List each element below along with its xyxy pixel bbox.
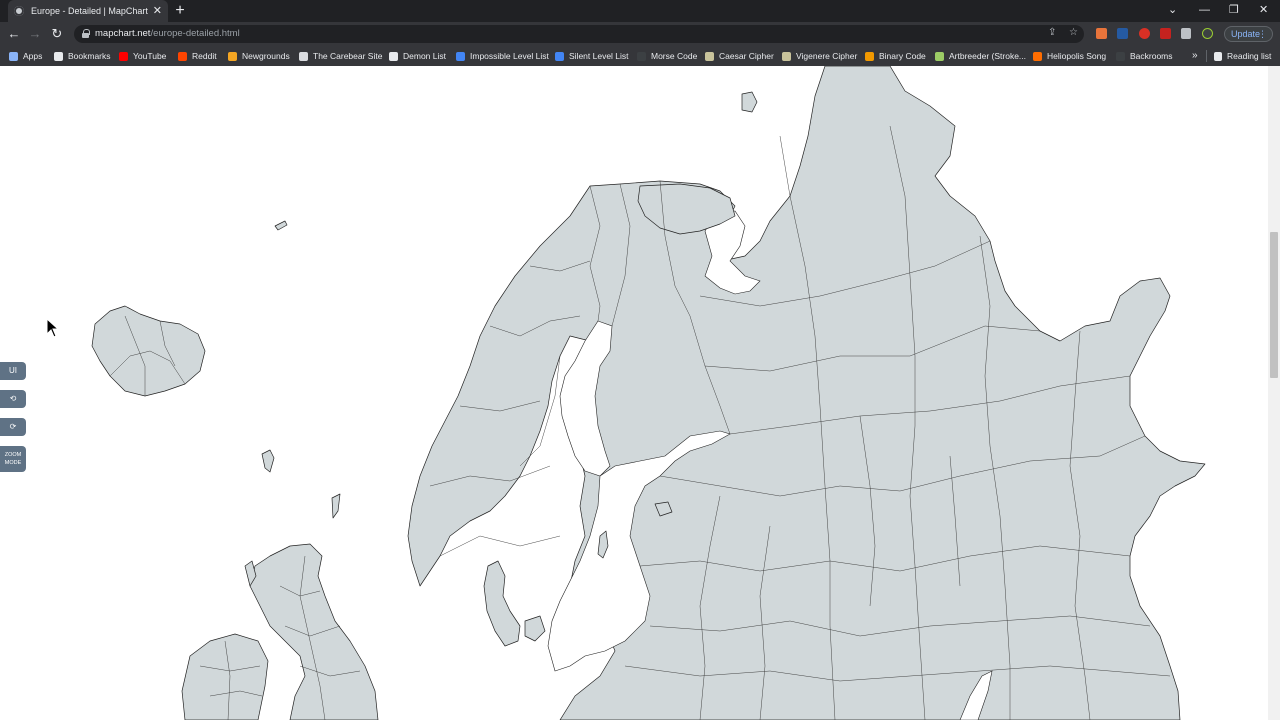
bookmark-silent-level-list[interactable]: Silent Level List xyxy=(555,49,629,63)
bookmark-label: Morse Code xyxy=(651,51,698,61)
new-tab-button[interactable]: + xyxy=(173,2,187,20)
reload-button[interactable]: ↻ xyxy=(50,26,64,42)
extension-2-icon[interactable] xyxy=(1117,28,1128,39)
page-icon xyxy=(1033,51,1042,61)
artbreeder-icon xyxy=(935,51,944,61)
bookmark-label: The Carebear Site xyxy=(313,51,383,61)
bookmark-label: Heliopolis Song xyxy=(1047,51,1107,61)
bookmark-label: Binary Code xyxy=(879,51,926,61)
zealand-island xyxy=(524,615,546,642)
tab-strip: Europe - Detailed | MapChart ✕ + ⌄ — ❐ ✕ xyxy=(0,0,1280,22)
bookmark-binary-code[interactable]: Binary Code xyxy=(865,49,926,63)
page-scrollbar[interactable] xyxy=(1268,66,1280,720)
bookmark-artbreeder-stroke[interactable]: Artbreeder (Stroke... xyxy=(935,49,1026,63)
reading-list-button[interactable]: Reading list xyxy=(1214,49,1271,63)
bookmark-morse-code[interactable]: Morse Code xyxy=(637,49,697,63)
iceland xyxy=(91,305,206,397)
docs-icon xyxy=(555,51,564,61)
extensions-puzzle-icon[interactable] xyxy=(1181,28,1191,39)
map-page: UI ⟲ ⟳ ZOOM MODE xyxy=(0,66,1268,720)
bookmark-backrooms[interactable]: Backrooms xyxy=(1116,49,1173,63)
extension-3-icon[interactable] xyxy=(1139,28,1150,39)
bookmark-label: Apps xyxy=(23,51,43,61)
scrollbar-thumb[interactable] xyxy=(1270,232,1278,378)
tab-title: Europe - Detailed | MapChart xyxy=(31,6,148,16)
forward-button[interactable]: → xyxy=(28,26,42,42)
bookmark-caesar-cipher[interactable]: Caesar Cipher xyxy=(705,49,774,63)
bookmark-label: Reddit xyxy=(192,51,217,61)
page-icon xyxy=(299,51,308,61)
browser-toolbar: ← → ↻ mapchart.net/europe-detailed.html … xyxy=(0,22,1280,46)
back-button[interactable]: ← xyxy=(7,26,21,42)
ireland xyxy=(181,633,269,720)
menu-dots-icon: ⋮ xyxy=(1258,29,1267,39)
restore-button[interactable]: ❐ xyxy=(1229,3,1239,17)
share-icon[interactable]: ⇪ xyxy=(1048,27,1056,38)
youtube-icon xyxy=(119,51,128,61)
bookmark-label: Caesar Cipher xyxy=(719,51,774,61)
bookmark-the-carebear-site[interactable]: The Carebear Site xyxy=(299,49,382,63)
page-icon xyxy=(782,51,791,61)
page-icon xyxy=(865,51,874,61)
more-bookmarks-icon[interactable]: » xyxy=(1192,49,1198,63)
bookmark-label: Vigenere Cipher xyxy=(796,51,858,61)
reddit-icon xyxy=(178,51,187,61)
ui-toggle-button[interactable]: UI xyxy=(0,362,26,380)
mouse-cursor-icon xyxy=(46,318,60,338)
globe-icon xyxy=(389,51,398,61)
apps-grid-icon xyxy=(9,51,18,61)
redo-button[interactable]: ⟳ xyxy=(0,418,26,436)
bookmark-impossible-level-list[interactable]: Impossible Level List xyxy=(456,49,549,63)
bookmark-label: Backrooms xyxy=(1130,51,1173,61)
bookmark-demon-list[interactable]: Demon List xyxy=(389,49,446,63)
great-britain xyxy=(249,543,379,720)
bookmark-star-icon[interactable]: ☆ xyxy=(1069,27,1078,38)
bookmark-apps[interactable]: Apps xyxy=(9,49,42,63)
bookmark-vigenere-cipher[interactable]: Vigenere Cipher xyxy=(782,49,857,63)
bookmark-label: Newgrounds xyxy=(242,51,290,61)
bear-island xyxy=(741,91,758,113)
shetland-islands xyxy=(331,493,341,519)
newgrounds-icon xyxy=(228,51,237,61)
bookmark-youtube[interactable]: YouTube xyxy=(119,49,166,63)
bookmark-newgrounds[interactable]: Newgrounds xyxy=(228,49,290,63)
jan-mayen xyxy=(274,220,288,231)
close-tab-icon[interactable]: ✕ xyxy=(153,5,162,17)
bookmark-label: Silent Level List xyxy=(569,51,629,61)
page-icon xyxy=(637,51,646,61)
tab-search-icon[interactable]: ⌄ xyxy=(1168,3,1177,17)
star-icon xyxy=(54,51,63,61)
bookmark-heliopolis-song[interactable]: Heliopolis Song xyxy=(1033,49,1106,63)
bookmark-reddit[interactable]: Reddit xyxy=(178,49,217,63)
page-icon xyxy=(705,51,714,61)
europe-map[interactable] xyxy=(0,66,1268,720)
bookmark-label: Impossible Level List xyxy=(470,51,549,61)
page-icon xyxy=(1116,51,1125,61)
extension-1-icon[interactable] xyxy=(1096,28,1107,39)
reading-list-icon xyxy=(1214,51,1222,61)
bookmark-label: Demon List xyxy=(403,51,446,61)
bookmark-label: Bookmarks xyxy=(68,51,111,61)
zoom-mode-button[interactable]: ZOOM MODE xyxy=(0,446,26,472)
faroe-islands xyxy=(261,449,275,473)
lock-icon[interactable] xyxy=(82,29,90,38)
bookmarks-bar: » Reading list Apps Bookmarks YouTube Reddi… xyxy=(0,46,1280,66)
address-bar[interactable]: mapchart.net/europe-detailed.html ⇪ ☆ xyxy=(74,25,1084,43)
bookmarks-divider xyxy=(1206,50,1207,62)
bookmark-label: Artbreeder (Stroke... xyxy=(949,51,1027,61)
active-tab[interactable]: Europe - Detailed | MapChart ✕ xyxy=(8,0,168,22)
bookmark-bookmarks[interactable]: Bookmarks xyxy=(54,49,111,63)
docs-icon xyxy=(456,51,465,61)
denmark-jutland xyxy=(483,560,521,647)
minimize-button[interactable]: — xyxy=(1199,3,1210,17)
update-button[interactable]: Update ⋮ xyxy=(1224,26,1273,42)
url-text: mapchart.net/europe-detailed.html xyxy=(95,28,240,39)
profile-avatar-icon[interactable] xyxy=(1202,28,1213,39)
close-window-button[interactable]: ✕ xyxy=(1259,3,1268,17)
undo-button[interactable]: ⟲ xyxy=(0,390,26,408)
mapchart-globe-icon xyxy=(14,6,24,16)
extension-4-icon[interactable] xyxy=(1160,28,1171,39)
bookmark-label: YouTube xyxy=(133,51,167,61)
